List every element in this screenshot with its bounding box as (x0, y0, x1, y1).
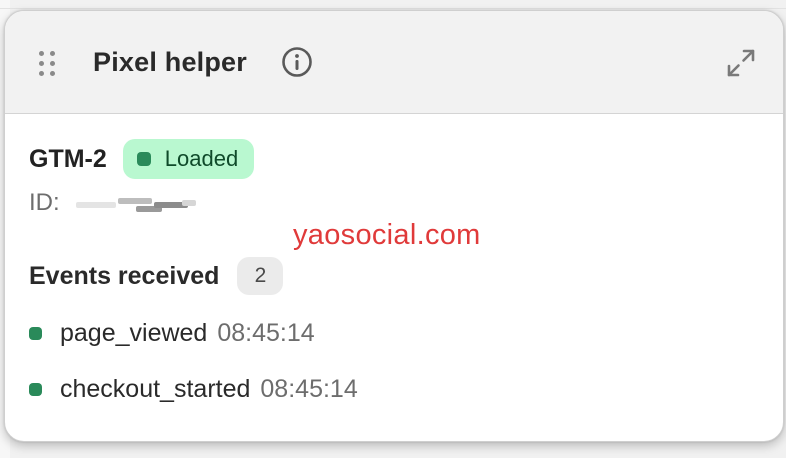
panel-header: Pixel helper (5, 11, 783, 114)
pixel-helper-panel: Pixel helper GTM-2 Loaded ID: yaosocial.… (4, 10, 784, 442)
event-list: page_viewed 08:45:14 checkout_started 08… (29, 305, 358, 417)
event-time: 08:45:14 (260, 374, 358, 403)
event-item[interactable]: checkout_started 08:45:14 (29, 361, 358, 417)
panel-title: Pixel helper (93, 47, 247, 77)
events-title: Events received (29, 261, 220, 290)
event-item[interactable]: page_viewed 08:45:14 (29, 305, 358, 361)
status-dot-icon (136, 152, 151, 166)
redacted-id-value (74, 190, 206, 216)
tag-id-row: ID: (29, 189, 206, 217)
drag-handle-icon[interactable] (37, 49, 57, 77)
tag-row: GTM-2 Loaded (29, 139, 255, 179)
status-text: Loaded (164, 146, 239, 171)
events-header: Events received 2 (29, 257, 284, 295)
event-name: page_viewed (60, 318, 208, 347)
background-divider (0, 8, 786, 9)
event-status-dot-icon (29, 382, 42, 396)
watermark-text: yaosocial.com (293, 219, 481, 251)
event-status-dot-icon (29, 326, 42, 340)
info-icon[interactable] (281, 46, 313, 78)
expand-icon[interactable] (725, 47, 757, 79)
event-time: 08:45:14 (217, 318, 315, 347)
status-badge: Loaded (122, 139, 255, 179)
event-name: checkout_started (60, 374, 251, 403)
tag-id-label: ID: (29, 189, 60, 216)
events-count-badge: 2 (237, 257, 284, 295)
tag-name: GTM-2 (29, 144, 107, 173)
